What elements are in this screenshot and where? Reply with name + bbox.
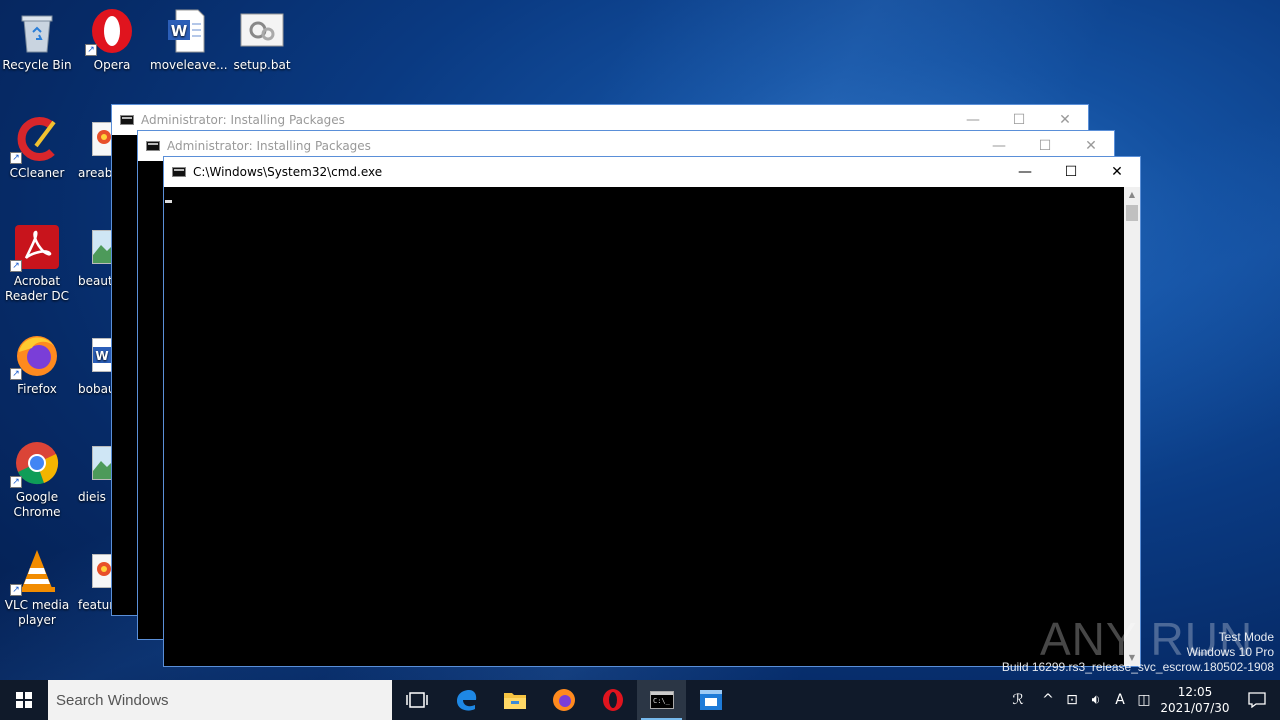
desktop-icon-recycle-bin[interactable]: Recycle Bin [0,8,74,73]
acrobat-reader-icon: ↗ [10,224,60,272]
edge-icon [456,690,476,711]
recycle-bin-icon [14,8,60,54]
network-icon[interactable]: ⊡ [1060,692,1084,708]
opera-icon: ↗ [85,8,135,56]
shortcut-arrow-icon: ↗ [10,368,22,380]
task-view-icon [405,692,428,708]
console-area[interactable] [164,187,1124,666]
svg-text:W: W [171,22,188,40]
window-title: Administrator: Installing Packages [141,113,345,127]
watermark-line-2: Windows 10 Pro [1186,645,1274,659]
word-document-icon: W [164,8,210,54]
taskbar-installer[interactable] [686,680,735,720]
folder-icon [503,693,526,709]
clock-time: 12:05 [1177,685,1213,699]
action-center-shield-icon[interactable]: ◫ [1132,692,1156,708]
desktop-icon-ccleaner[interactable]: ↗ CCleaner [0,116,74,181]
taskbar: Search Windows C:\_ ℛ ^ ⊡ 🔉︎ A ◫ 12:05 2… [0,680,1280,720]
desktop-icon-word-document[interactable]: W moveleave... [150,8,228,73]
firefox-icon: ↗ [10,332,60,380]
chrome-icon: ↗ [10,440,60,488]
desktop-icon-vlc[interactable]: ↗ VLC media player [0,548,74,628]
opera-icon [602,689,623,711]
firefox-icon [552,689,575,711]
windows-logo-icon [16,692,32,708]
system-tray: ℛ ^ ⊡ 🔉︎ A ◫ 12:05 2021/07/30 [1006,680,1280,720]
text-cursor [165,200,172,203]
shortcut-arrow-icon: ↗ [85,44,97,56]
console-icon [146,141,160,151]
clock[interactable]: 12:05 2021/07/30 [1156,684,1234,716]
people-icon[interactable]: ℛ [1006,692,1030,708]
title-bar[interactable]: C:\Windows\System32\cmd.exe — ☐ ✕ [164,157,1140,187]
taskbar-opera[interactable] [588,680,637,720]
scrollbar-thumb[interactable] [1126,205,1138,221]
command-prompt-icon: C:\_ [649,691,674,709]
desktop-icon-firefox[interactable]: ↗ Firefox [0,332,74,397]
start-button[interactable] [0,680,48,720]
taskbar-file-explorer[interactable] [490,680,539,720]
volume-icon[interactable]: 🔉︎ [1084,692,1108,708]
watermark-line-3: Build 16299.rs3_release_svc_escrow.18050… [1001,660,1274,674]
shortcut-arrow-icon: ↗ [10,152,22,164]
desktop-icon-acrobat[interactable]: ↗ Acrobat Reader DC [0,224,74,304]
notification-icon [1248,692,1266,708]
watermark-line-1: Test Mode [1218,630,1274,644]
console-icon [120,115,134,125]
search-box[interactable]: Search Windows [48,680,392,720]
task-view-button[interactable] [392,680,441,720]
svg-text:C:\_: C:\_ [653,697,671,705]
svg-text:W: W [95,349,108,363]
scroll-up-arrow-icon[interactable]: ▲ [1124,187,1140,203]
desktop-icon-setup-bat[interactable]: setup.bat [225,8,299,73]
window-title: Administrator: Installing Packages [167,139,371,153]
desktop-icon-opera[interactable]: ↗ Opera [75,8,149,73]
desktop-icon-chrome[interactable]: ↗ Google Chrome [0,440,74,520]
notifications-button[interactable] [1234,692,1280,708]
test-mode-watermark: Test Mode Windows 10 Pro Build 16299.rs3… [1002,630,1274,675]
taskbar-edge[interactable] [441,680,490,720]
shortcut-arrow-icon: ↗ [10,476,22,488]
chevron-up-icon[interactable]: ^ [1036,692,1060,708]
vertical-scrollbar[interactable]: ▲ ▼ [1124,187,1140,666]
vlc-icon: ↗ [10,548,60,596]
installer-icon [699,690,722,710]
maximize-button[interactable]: ☐ [1048,157,1094,187]
close-button[interactable]: ✕ [1094,157,1140,187]
taskbar-firefox[interactable] [539,680,588,720]
shortcut-arrow-icon: ↗ [10,584,22,596]
shortcut-arrow-icon: ↗ [10,260,22,272]
console-icon [172,167,186,177]
taskbar-cmd[interactable]: C:\_ [637,680,686,720]
clock-date: 2021/07/30 [1160,701,1230,715]
ccleaner-icon: ↗ [10,116,60,164]
window-title: C:\Windows\System32\cmd.exe [193,165,383,179]
cmd-window[interactable]: C:\Windows\System32\cmd.exe — ☐ ✕ ▲ ▼ [163,156,1141,667]
batch-file-icon [239,8,285,54]
input-indicator[interactable]: A [1108,692,1132,708]
minimize-button[interactable]: — [1002,157,1048,187]
